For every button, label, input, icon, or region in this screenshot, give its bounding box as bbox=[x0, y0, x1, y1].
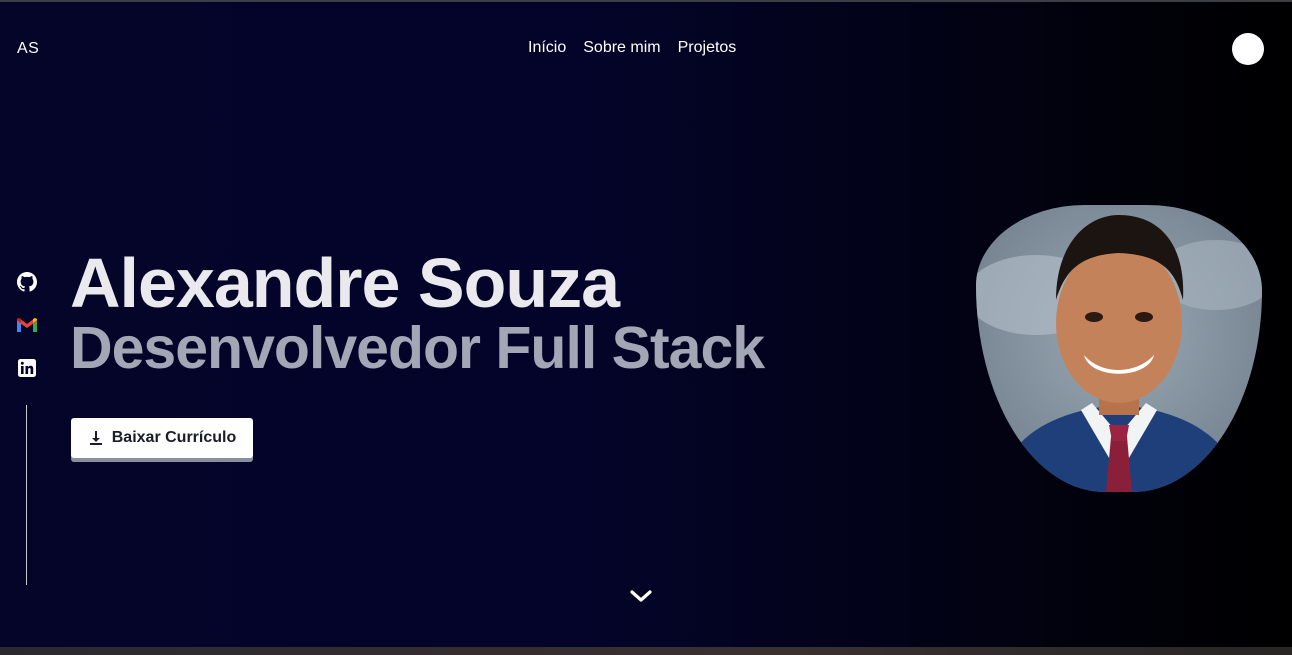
linkedin-link[interactable] bbox=[17, 358, 37, 378]
chevron-down-icon bbox=[630, 590, 652, 602]
nav-link-sobre-mim[interactable]: Sobre mim bbox=[583, 39, 660, 57]
gmail-link[interactable] bbox=[17, 315, 37, 335]
gmail-icon bbox=[17, 318, 37, 332]
theme-toggle-button[interactable] bbox=[1232, 33, 1264, 65]
portrait-illustration bbox=[976, 215, 1262, 492]
main-nav: Início Sobre mim Projetos bbox=[528, 39, 736, 57]
hero-role: Desenvolvedor Full Stack bbox=[70, 315, 765, 381]
linkedin-icon bbox=[18, 359, 36, 377]
download-icon bbox=[89, 431, 102, 445]
site-logo[interactable]: AS bbox=[17, 40, 39, 58]
download-cv-label: Baixar Currículo bbox=[111, 429, 237, 446]
github-icon bbox=[17, 272, 37, 292]
social-divider-line bbox=[26, 405, 27, 585]
nav-link-inicio[interactable]: Início bbox=[528, 39, 566, 57]
top-border bbox=[0, 0, 1292, 2]
profile-photo bbox=[976, 205, 1262, 492]
social-links bbox=[17, 272, 37, 401]
scroll-down-button[interactable] bbox=[628, 585, 654, 607]
download-cv-button[interactable]: Baixar Currículo bbox=[71, 418, 253, 458]
github-link[interactable] bbox=[17, 272, 37, 292]
nav-link-projetos[interactable]: Projetos bbox=[678, 39, 737, 57]
hero-name: Alexandre Souza bbox=[70, 244, 620, 322]
bottom-edge bbox=[0, 647, 1292, 655]
